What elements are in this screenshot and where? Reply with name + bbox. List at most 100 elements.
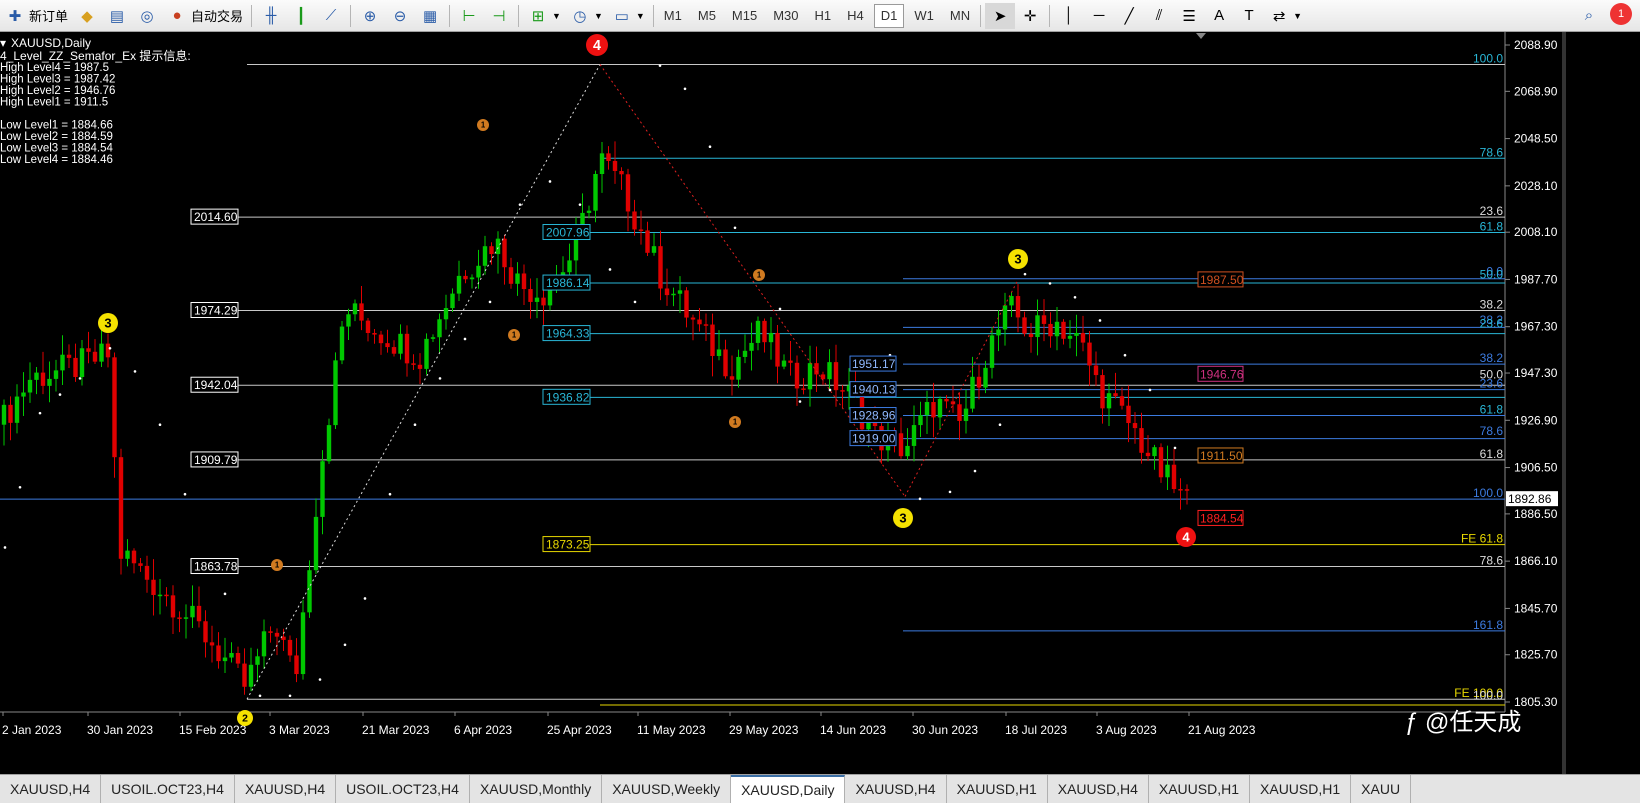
candle-body <box>378 334 384 344</box>
arrows-button[interactable]: ⇄ ▼ <box>1264 3 1306 29</box>
candle-body <box>307 570 312 613</box>
candle-body <box>404 333 410 364</box>
search-button[interactable]: ⌕ <box>1574 3 1604 29</box>
timeframe-h1[interactable]: H1 <box>809 4 838 28</box>
candle-body <box>177 617 182 619</box>
fibonacci-button[interactable]: ☰ <box>1174 3 1204 29</box>
sar-dot <box>318 678 322 681</box>
price-axis-label: 1825.70 <box>1514 648 1558 662</box>
price-axis-label: 1845.70 <box>1514 601 1558 615</box>
fib-level-label: 38.2 <box>1480 298 1504 312</box>
candle-body <box>1171 464 1177 490</box>
text-label-button[interactable]: T <box>1234 3 1264 29</box>
chart-tab[interactable]: XAUUSD,H4 <box>235 775 337 803</box>
auto-scroll-button[interactable]: ⊢ <box>454 3 484 29</box>
cursor-button[interactable]: ➤ <box>985 2 1016 29</box>
toolbar-separator <box>652 4 654 27</box>
vertical-line-button[interactable]: │ <box>1054 3 1084 29</box>
price-label: 1964.33 <box>546 327 590 341</box>
indicators-button[interactable]: ⊞ ▼ <box>523 3 565 29</box>
timeframe-w1[interactable]: W1 <box>908 4 940 28</box>
candle-body <box>118 457 124 559</box>
chart-tab[interactable]: USOIL.OCT23,H4 <box>101 775 235 803</box>
candle-body <box>970 376 975 409</box>
chart-tab[interactable]: XAUU <box>1351 775 1412 803</box>
zigzag-line <box>904 279 1019 497</box>
semafor-label: 4 <box>593 38 601 54</box>
timeframe-m5[interactable]: M5 <box>692 4 722 28</box>
price-label: 1919.00 <box>852 432 896 446</box>
chart-tab[interactable]: XAUUSD,Monthly <box>470 775 603 803</box>
chart-tab[interactable]: XAUUSD,H1 <box>1149 775 1251 803</box>
candle-body <box>365 320 371 334</box>
horizontal-line-button[interactable]: ─ <box>1084 3 1114 29</box>
timeframe-m30[interactable]: M30 <box>767 4 804 28</box>
trendline-icon: ╱ <box>1124 7 1134 25</box>
chart-tab[interactable]: XAUUSD,H1 <box>947 775 1048 803</box>
semafor-label: 3 <box>104 316 111 331</box>
candle-body <box>79 348 85 378</box>
sar-dot <box>973 469 977 473</box>
periods-button[interactable]: ◷ ▼ <box>565 3 607 29</box>
chart-scrollbar <box>1562 32 1566 774</box>
candle-chart-button[interactable]: ┃ <box>286 3 316 29</box>
new-order-button[interactable]: ✚ 新订单 <box>0 3 72 29</box>
zoom-out-button[interactable]: ⊖ <box>385 3 415 29</box>
timeframe-h4[interactable]: H4 <box>841 4 870 28</box>
candle-body <box>92 351 98 362</box>
bar-chart-button[interactable]: ╫ <box>256 3 286 29</box>
text-button[interactable]: A <box>1204 3 1234 29</box>
candle-body <box>21 392 26 397</box>
date-axis-label: 29 May 2023 <box>729 723 799 737</box>
candle-body <box>125 550 130 559</box>
candle-body <box>690 317 696 320</box>
auto-trade-button[interactable]: ● 自动交易 <box>162 3 247 29</box>
candle-body <box>534 297 540 302</box>
candle-body <box>1158 447 1164 478</box>
chart-tab[interactable]: XAUUSD,Weekly <box>602 775 732 803</box>
price-chart[interactable]: 2088.90 2068.90 2048.50 2028.10 2008.10 1987.… <box>0 32 1640 774</box>
timeframe-m1[interactable]: M1 <box>658 4 688 28</box>
sar-dot <box>3 546 7 549</box>
candle-body <box>411 363 416 365</box>
candle-body <box>1152 447 1157 457</box>
timeframe-mn[interactable]: MN <box>944 4 976 28</box>
chart-tab[interactable]: XAUUSD,H4 <box>0 775 102 803</box>
sar-dot <box>1023 272 1027 276</box>
line-chart-button[interactable]: ⟋ <box>316 3 346 29</box>
semafor-label: 1 <box>481 121 486 130</box>
text-label-icon: T <box>1244 7 1254 24</box>
candle-body <box>677 290 683 294</box>
candle-body <box>437 319 442 338</box>
price-axis-label: 1886.50 <box>1514 507 1558 521</box>
candle-body <box>989 335 995 368</box>
timeframe-m15[interactable]: M15 <box>726 4 763 28</box>
chart-tab[interactable]: XAUUSD,H1 <box>1250 775 1352 803</box>
candle-body <box>729 376 735 380</box>
chart-tab[interactable]: USOIL.OCT23,H4 <box>336 775 470 803</box>
templates-button[interactable]: ▭ ▼ <box>607 3 649 29</box>
candle-body <box>625 174 631 212</box>
crosshair-button[interactable]: ✛ <box>1015 3 1045 29</box>
chart-shift-button[interactable]: ⊣ <box>484 3 514 29</box>
sar-dot <box>778 307 782 311</box>
chart-tab[interactable]: XAUUSD,H4 <box>845 775 947 803</box>
sar-dot <box>658 64 662 67</box>
price-axis-label: 2048.50 <box>1514 132 1558 146</box>
trendline-button[interactable]: ╱ <box>1114 3 1144 29</box>
timeframe-d1[interactable]: D1 <box>873 3 905 28</box>
tile-windows-button[interactable]: ▦ <box>415 3 445 29</box>
zoom-in-button[interactable]: ⊕ <box>355 3 385 29</box>
chart-tab[interactable]: XAUUSD,Daily <box>731 775 846 803</box>
toolbar-separator <box>980 4 982 27</box>
candle-body <box>1074 333 1079 336</box>
candle-body <box>976 376 982 388</box>
candle-body <box>645 230 650 253</box>
date-axis-label: 6 Apr 2023 <box>454 723 512 737</box>
channel-button[interactable]: ⫽ <box>1144 3 1174 29</box>
market-watch-button[interactable]: ▤ <box>102 3 132 29</box>
notification-badge[interactable]: 1 <box>1610 3 1632 25</box>
chart-tab[interactable]: XAUUSD,H4 <box>1048 775 1149 803</box>
gold-button[interactable]: ◆ <box>72 3 102 29</box>
radio-button[interactable]: ◎ <box>132 3 162 29</box>
